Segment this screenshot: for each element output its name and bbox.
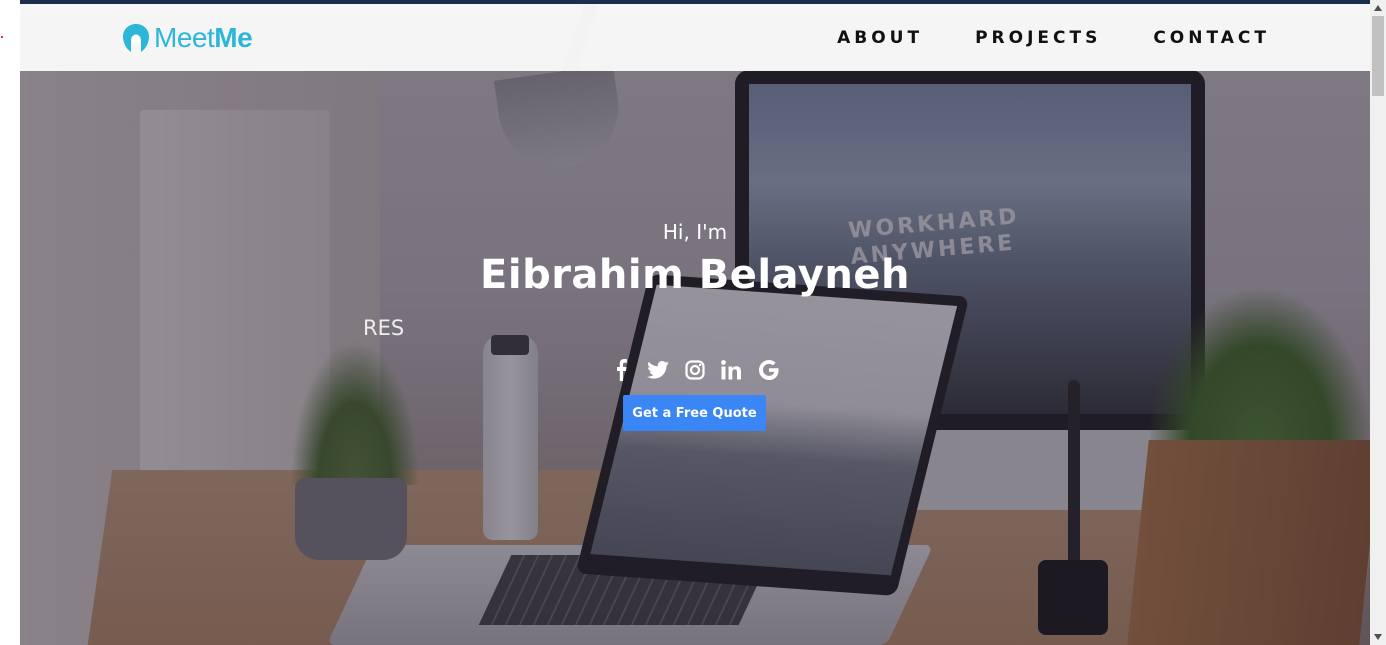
nav-links: ABOUT PROJECTS CONTACT — [837, 4, 1270, 71]
nav-contact[interactable]: CONTACT — [1153, 28, 1270, 48]
stray-dot — [1, 36, 3, 38]
vertical-scrollbar[interactable] — [1370, 0, 1386, 645]
logo-text: MeetMe — [154, 22, 253, 54]
scroll-up-arrow-icon[interactable] — [1370, 0, 1386, 16]
google-icon[interactable] — [757, 358, 781, 382]
navbar: MeetMe ABOUT PROJECTS CONTACT — [20, 4, 1370, 71]
twitter-icon[interactable] — [646, 358, 670, 382]
nav-projects[interactable]: PROJECTS — [975, 28, 1101, 48]
person-head-icon — [120, 23, 152, 53]
instagram-icon[interactable] — [683, 358, 707, 382]
social-links — [20, 358, 1370, 382]
scroll-down-arrow-icon[interactable] — [1370, 629, 1386, 645]
facebook-icon[interactable] — [609, 358, 633, 382]
hero-dark-overlay — [20, 0, 1370, 645]
logo-text-bold: Me — [214, 22, 253, 53]
page-viewport: WORKHARD ANYWHERE Hi, I'm Eibrahim Belay… — [20, 0, 1370, 645]
hero-section: WORKHARD ANYWHERE Hi, I'm Eibrahim Belay… — [20, 0, 1370, 645]
logo-text-light: Meet — [154, 22, 215, 53]
left-gutter — [0, 0, 20, 645]
linkedin-icon[interactable] — [720, 358, 744, 382]
hero-typed-text: RES — [363, 316, 405, 340]
nav-about[interactable]: ABOUT — [837, 28, 923, 48]
hero-name: Eibrahim Belayneh — [480, 252, 910, 298]
hero-greeting: Hi, I'm — [662, 220, 728, 244]
logo[interactable]: MeetMe — [120, 22, 253, 54]
top-accent-strip — [20, 0, 1370, 4]
scroll-thumb[interactable] — [1372, 16, 1384, 96]
get-quote-button[interactable]: Get a Free Quote — [623, 395, 766, 431]
